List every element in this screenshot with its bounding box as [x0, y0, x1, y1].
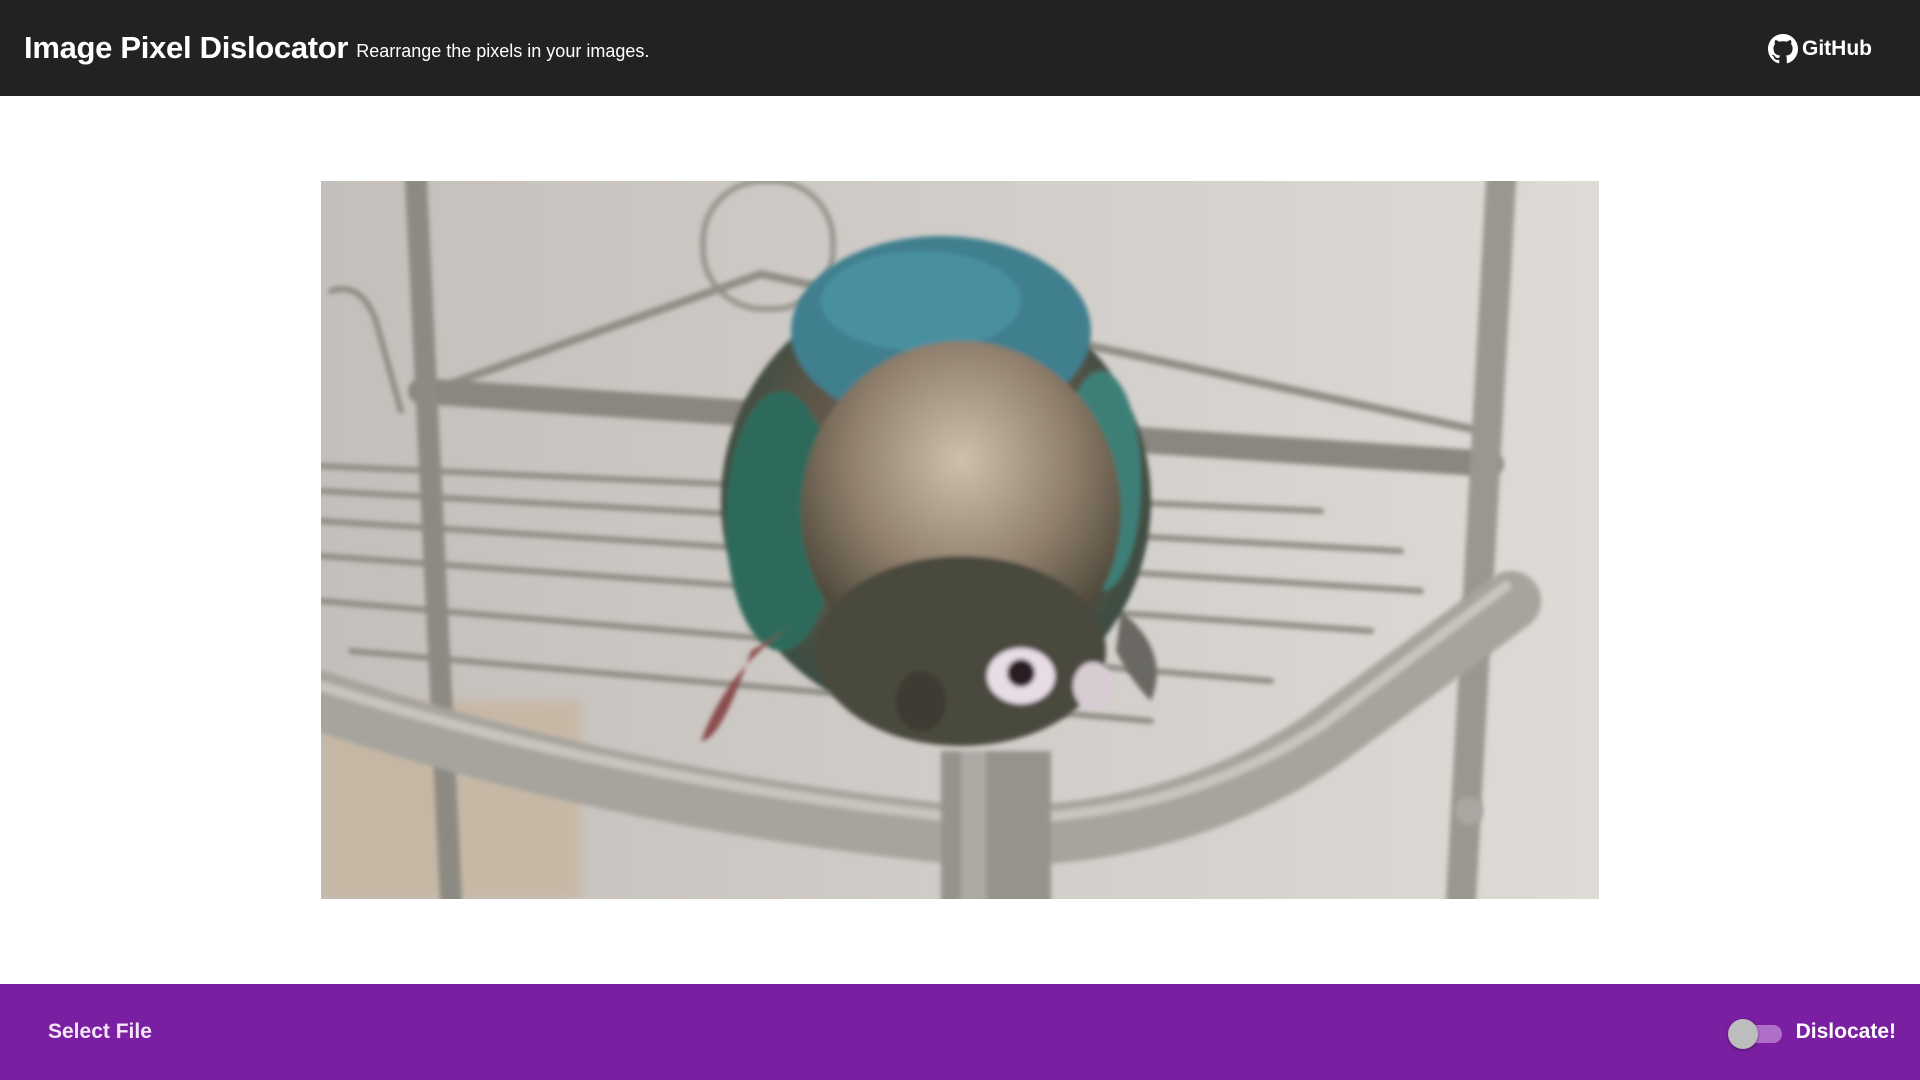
select-file-button[interactable]: Select File: [48, 1020, 152, 1044]
github-link[interactable]: GitHub: [1768, 34, 1872, 64]
github-icon: [1768, 34, 1799, 64]
github-label: GitHub: [1802, 37, 1872, 60]
app-header: Image Pixel Dislocator Rearrange the pix…: [0, 0, 1920, 96]
image-canvas: [321, 181, 1599, 899]
app-subtitle: Rearrange the pixels in your images.: [356, 40, 650, 61]
switch-thumb[interactable]: [1727, 1019, 1758, 1049]
dislocate-label: Dislocate!: [1795, 1020, 1896, 1043]
uploaded-image: [321, 181, 1599, 899]
dislocate-switch[interactable]: [1727, 1017, 1782, 1049]
app-title: Image Pixel Dislocator: [24, 30, 349, 65]
app-footer: Select File Dislocate!: [0, 984, 1920, 1080]
dislocate-toggle[interactable]: Dislocate!: [1727, 1017, 1896, 1049]
